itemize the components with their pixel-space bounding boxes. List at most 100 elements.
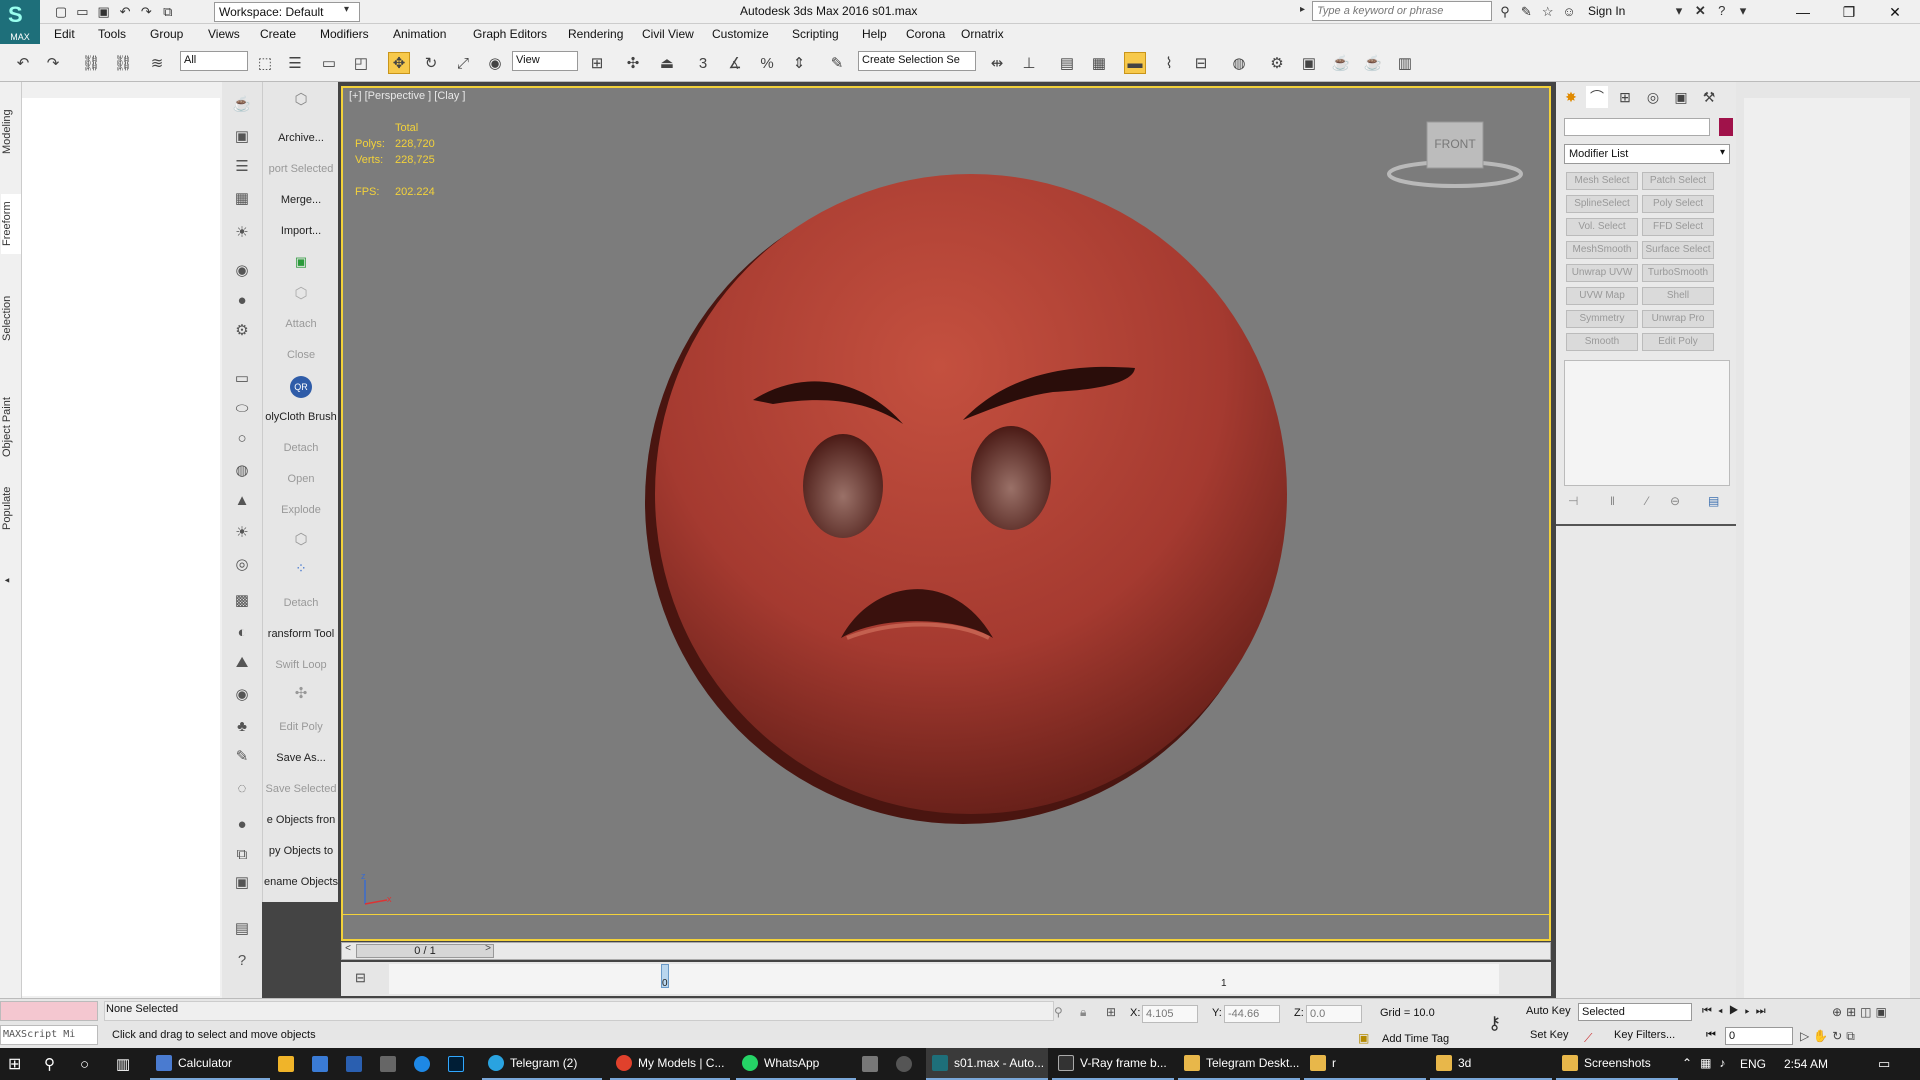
volume-icon[interactable]: ♪ — [1719, 1056, 1733, 1070]
search-icon[interactable]: ⚲ — [44, 1048, 68, 1080]
mod-turbosmooth[interactable]: TurboSmooth — [1642, 264, 1714, 282]
maxscript-mini-listener[interactable]: MAXScript Mi — [0, 1025, 98, 1045]
modify-tab-icon[interactable]: ⌒ — [1586, 86, 1608, 108]
help-search-input[interactable]: Type a keyword or phrase — [1312, 1, 1492, 21]
mod-symmetry[interactable]: Symmetry — [1566, 310, 1638, 328]
mod-smooth[interactable]: Smooth — [1566, 333, 1638, 351]
menu-civil-view[interactable]: Civil View — [642, 27, 694, 41]
menu-group[interactable]: Group — [150, 27, 183, 41]
taskbar-skype[interactable] — [414, 1048, 438, 1080]
modifier-stack[interactable] — [1564, 360, 1730, 486]
reference-coordinate-dropdown[interactable]: View — [512, 51, 578, 71]
object-color-swatch[interactable] — [1719, 118, 1733, 136]
render-icon[interactable]: ▣ — [230, 124, 254, 148]
mod-edit-poly[interactable]: Edit Poly — [1642, 333, 1714, 351]
cortana-icon[interactable]: ○ — [80, 1048, 104, 1080]
graphite-toggle-icon[interactable]: ▬ — [1124, 52, 1146, 74]
workspace-dropdown[interactable]: Workspace: Default — [214, 2, 360, 22]
circle-icon[interactable]: ○ — [230, 426, 254, 450]
layer-manager-icon[interactable]: ▤ — [1056, 52, 1078, 74]
taskbar-whatsapp[interactable]: WhatsApp — [736, 1048, 856, 1080]
sign-in-button[interactable]: Sign In — [1588, 4, 1625, 18]
taskbar-mail[interactable] — [312, 1048, 336, 1080]
network-icon[interactable]: ▦ — [1700, 1056, 1719, 1070]
time-slider-thumb[interactable]: 0 / 1 — [356, 944, 494, 958]
selection-filter-dropdown[interactable]: All — [180, 51, 248, 71]
taskbar-3dsmax[interactable]: s01.max - Auto... — [926, 1048, 1048, 1080]
new-file-icon[interactable]: ▢ — [52, 3, 70, 21]
maximize-viewport-icon[interactable]: ⧉ — [1846, 1029, 1859, 1043]
chevron-up-icon[interactable]: ⌃ — [1682, 1056, 1700, 1070]
green-screen-icon[interactable]: ▣ — [263, 254, 339, 270]
make-unique-icon[interactable]: ⁄ — [1646, 494, 1648, 508]
material-icon[interactable]: ◐ — [230, 620, 254, 644]
table-icon[interactable]: ▦ — [230, 186, 254, 210]
taskbar-3d-folder[interactable]: 3d — [1430, 1048, 1552, 1080]
taskbar-vray-frame-buffer[interactable]: V-Ray frame b... — [1052, 1048, 1174, 1080]
save-icon[interactable]: ▣ — [95, 3, 113, 21]
z-coord-field[interactable]: 0.0 — [1306, 1005, 1362, 1023]
object-name-field[interactable] — [1564, 118, 1710, 136]
maxscript-listener-output[interactable] — [0, 1001, 98, 1021]
bind-space-warp-icon[interactable]: ≋ — [146, 52, 168, 74]
ribbon-collapse-icon[interactable]: ▸ — [1, 572, 21, 588]
mod-meshsmooth[interactable]: MeshSmooth — [1566, 241, 1638, 259]
taskbar-telegram[interactable]: Telegram (2) — [482, 1048, 602, 1080]
unlink-icon[interactable]: ⛓ — [112, 52, 134, 74]
play-icon[interactable]: ▶ — [1729, 1005, 1745, 1017]
taskbar-monitor[interactable] — [346, 1048, 370, 1080]
y-coord-field[interactable]: -44.66 — [1224, 1005, 1280, 1023]
time-tag-icon[interactable]: ▣ — [1358, 1031, 1369, 1045]
rectangular-selection-icon[interactable]: ▭ — [318, 52, 340, 74]
binoculars-icon[interactable]: ⚲ — [1496, 3, 1514, 21]
rendered-frame-window-icon[interactable]: ▣ — [1298, 52, 1320, 74]
command-detach-2[interactable]: Detach — [263, 597, 339, 609]
mod-uvw-map[interactable]: UVW Map — [1566, 287, 1638, 305]
command-explode[interactable]: Explode — [263, 504, 339, 516]
create-tab-icon[interactable]: ✸ — [1560, 86, 1582, 108]
key-mode-dropdown[interactable]: Selected — [1578, 1003, 1692, 1021]
taskbar-settings[interactable] — [896, 1048, 920, 1080]
display-tab-icon[interactable]: ▣ — [1670, 86, 1692, 108]
menu-customize[interactable]: Customize — [712, 27, 769, 41]
command-merge-objects-from[interactable]: e Objects fron — [263, 814, 339, 826]
user-icon[interactable]: ☺ — [1560, 3, 1578, 21]
loop-icon[interactable]: ✣ — [263, 684, 339, 702]
subscription-icon[interactable]: ✎ — [1517, 3, 1535, 21]
orbit-icon[interactable]: ↻ — [1832, 1029, 1846, 1043]
set-key-button[interactable]: Set Key — [1530, 1029, 1569, 1041]
edit-named-selection-icon[interactable]: ✎ — [826, 52, 848, 74]
go-to-start-icon[interactable]: ⏮ — [1702, 1005, 1718, 1017]
select-object-icon[interactable]: ⬚ — [254, 52, 276, 74]
select-and-scale-icon[interactable]: ⤢ — [452, 52, 474, 74]
set-key-icon[interactable]: ⚷ — [1488, 1013, 1501, 1034]
isolate-selection-icon[interactable]: ⚲ — [1054, 1005, 1063, 1019]
menu-tools[interactable]: Tools — [98, 27, 126, 41]
window-crossing-icon[interactable]: ◰ — [350, 52, 372, 74]
command-save-as[interactable]: Save As... — [263, 752, 339, 764]
menu-graph-editors[interactable]: Graph Editors — [473, 27, 547, 41]
zoom-extents-icon[interactable]: ◫ — [1860, 1005, 1875, 1019]
taskbar-clock[interactable]: 2:54 AM — [1784, 1057, 1828, 1071]
absolute-mode-icon[interactable]: ⊞ — [1106, 1005, 1116, 1019]
ball-icon[interactable]: ● — [230, 812, 254, 836]
angle-snap-icon[interactable]: ∡ — [724, 52, 746, 74]
disc-icon[interactable]: ⬭ — [230, 396, 254, 420]
mod-patch-select[interactable]: Patch Select — [1642, 172, 1714, 190]
pan-icon[interactable]: ✋ — [1813, 1029, 1832, 1043]
panel-icon[interactable]: ▤ — [230, 916, 254, 940]
chevron-down-icon[interactable]: ▾ — [1670, 2, 1688, 20]
sun-icon[interactable]: ☀ — [230, 520, 254, 544]
project-folder-icon[interactable]: ⧉ — [159, 3, 177, 21]
command-detach[interactable]: Detach — [263, 442, 339, 454]
tab-object-paint[interactable]: Object Paint — [1, 382, 21, 472]
taskbar-printer[interactable] — [380, 1048, 404, 1080]
command-transform-tool[interactable]: ransform Tool — [263, 628, 339, 640]
box-icon[interactable]: ⬡ — [263, 90, 339, 108]
percent-snap-icon[interactable]: % — [756, 52, 778, 74]
render-teapot-icon[interactable]: ☕ — [1330, 52, 1352, 74]
angry-face-model[interactable] — [633, 168, 1293, 828]
next-frame-icon[interactable]: > — [482, 943, 494, 959]
render-pass-icon[interactable]: ▣ — [230, 870, 254, 894]
link-icon[interactable]: ⛓ — [80, 52, 102, 74]
